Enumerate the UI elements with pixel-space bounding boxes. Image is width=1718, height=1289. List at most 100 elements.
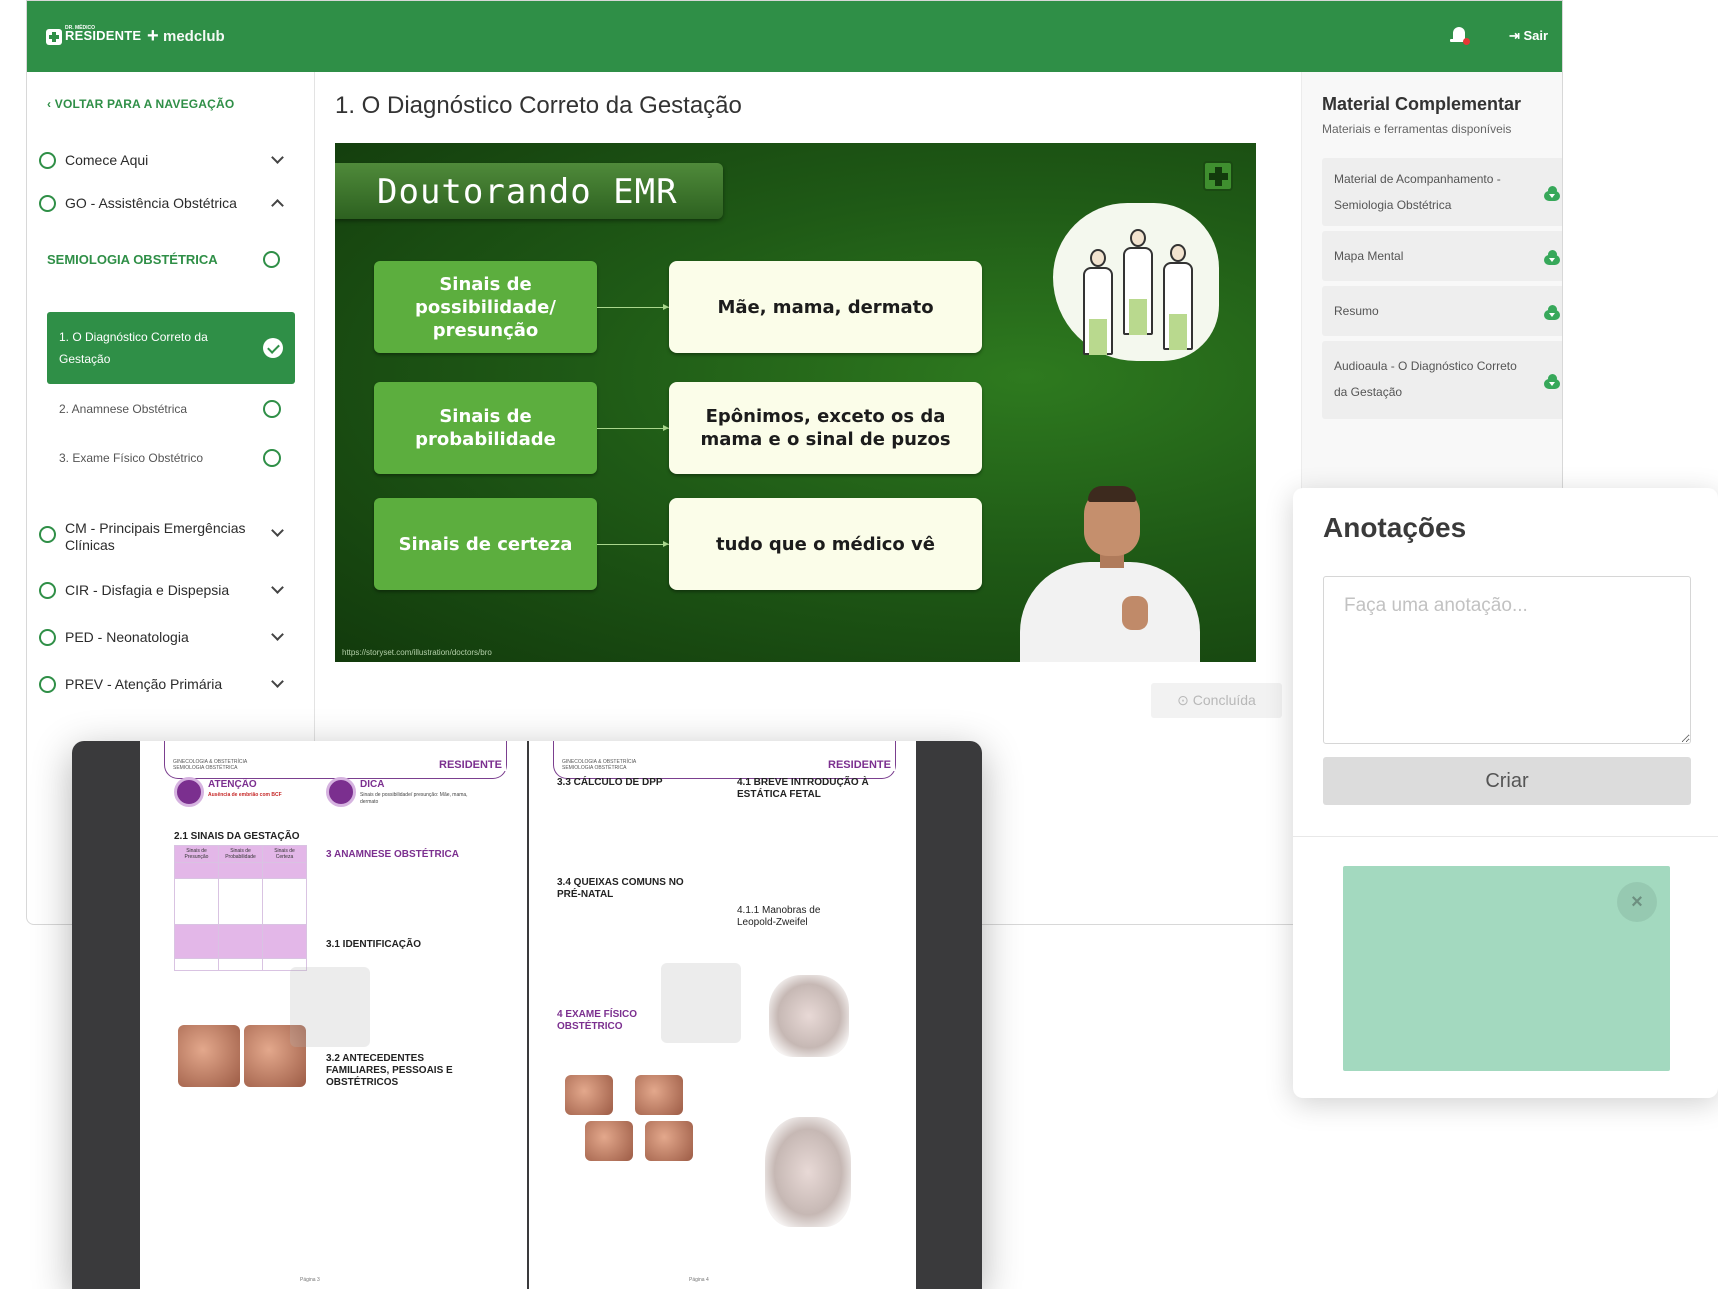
chevron-down-icon — [271, 581, 284, 594]
material-item[interactable]: Material de Acompanhamento - Semiologia … — [1322, 158, 1562, 226]
pdf-page-number: Página 3 — [300, 1277, 320, 1283]
lesson-label: 2. Anamnese Obstétrica — [59, 402, 188, 416]
clinical-photo — [645, 1121, 693, 1161]
slide-arrow — [597, 541, 669, 547]
cloud-download-icon[interactable] — [1544, 305, 1560, 320]
doctor-legs — [1169, 314, 1187, 350]
lesson-title: 1. O Diagnóstico Correto da Gestação — [335, 92, 742, 119]
progress-circle-icon — [263, 400, 281, 418]
pdf-heading: DICA — [360, 779, 385, 790]
pdf-breadcrumb: GINECOLOGIA & OBSTETRÍCIA SEMIOLOGIA OBS… — [562, 759, 637, 771]
doctor-legs — [1089, 319, 1107, 355]
pdf-heading: 3.1 IDENTIFICAÇÃO — [326, 939, 422, 950]
chevron-down-icon — [271, 524, 284, 537]
clinical-photo — [585, 1121, 633, 1161]
notes-title: Anotações — [1323, 512, 1467, 543]
illustration-credit: https://storyset.com/illustration/doctor… — [342, 648, 492, 657]
logout-button[interactable]: ⇥ Sair — [1509, 28, 1548, 44]
pdf-heading: 3.2 ANTECEDENTES FAMILIARES, PESSOAIS E … — [326, 1053, 453, 1088]
logo-residente[interactable]: RESIDENTE — [65, 28, 141, 43]
close-icon[interactable]: × — [1617, 882, 1657, 922]
pdf-viewer[interactable]: GINECOLOGIA & OBSTETRÍCIA SEMIOLOGIA OBS… — [72, 741, 982, 1289]
slide-box-left: Sinais de probabilidade — [374, 382, 597, 474]
module-label: PREV - Atenção Primária — [65, 676, 223, 692]
table-cell — [218, 958, 263, 971]
pdf-page-number: Página 4 — [689, 1277, 709, 1283]
doctor-head — [1170, 244, 1186, 262]
mark-completed-button[interactable]: ⊙ Concluída — [1151, 683, 1282, 718]
table-head-cell: Sinais de Presunção — [174, 845, 219, 863]
doctor-head — [1130, 229, 1146, 247]
slide-arrow — [597, 304, 669, 310]
table-cell — [174, 862, 219, 879]
cloud-download-icon[interactable] — [1544, 374, 1560, 389]
lesson-item[interactable]: 3. Exame Físico Obstétrico — [47, 439, 295, 479]
pdf-text: Sinais de possibilidade/ presunção: Mãe,… — [360, 792, 468, 805]
table-cell — [174, 924, 219, 959]
create-note-button[interactable]: Criar — [1323, 757, 1691, 805]
note-input[interactable] — [1323, 576, 1691, 744]
progress-circle-icon — [39, 582, 56, 599]
slide-box-right: Epônimos, exceto os da mama e o sinal de… — [669, 382, 982, 474]
pdf-brand: RESIDENTE — [824, 759, 895, 771]
module-label: CIR - Disfagia e Dispepsia — [65, 582, 230, 598]
pdf-page: GINECOLOGIA & OBSTETRÍCIA SEMIOLOGIA OBS… — [140, 741, 527, 1289]
module-cm-emergencias[interactable]: CM - Principais Emergências Clínicas — [39, 512, 299, 553]
leopold-illustration — [765, 1117, 851, 1227]
doctor-figure — [1083, 249, 1113, 355]
material-item[interactable]: Audioaula - O Diagnóstico Correto da Ges… — [1322, 341, 1562, 419]
module-label: PED - Neonatologia — [65, 629, 189, 645]
cloud-download-icon[interactable] — [1544, 186, 1560, 201]
table-cell — [262, 862, 307, 879]
doctors-illustration — [1053, 203, 1219, 361]
table-cell — [218, 878, 263, 925]
material-label: Mapa Mental — [1334, 249, 1404, 263]
watermark-cross-icon — [290, 967, 370, 1047]
progress-circle-icon — [39, 195, 56, 212]
signs-table: Sinais de Presunção Sinais de Probabilid… — [174, 845, 307, 971]
presenter-hair — [1088, 486, 1136, 502]
subsection-semiologia-obstetrica[interactable]: SEMIOLOGIA OBSTÉTRICA — [47, 252, 218, 267]
material-label: Material de Acompanhamento - Semiologia … — [1334, 172, 1501, 212]
pdf-brand: RESIDENTE — [435, 759, 506, 771]
doctor-figure — [1123, 229, 1153, 349]
pdf-page: GINECOLOGIA & OBSTETRÍCIA SEMIOLOGIA OBS… — [529, 741, 916, 1289]
presenter-video — [1010, 486, 1210, 662]
progress-circle-icon — [39, 526, 56, 543]
lesson-item[interactable]: 2. Anamnese Obstétrica — [47, 390, 295, 430]
material-item[interactable]: Mapa Mental — [1322, 231, 1562, 281]
material-title: Material Complementar — [1322, 94, 1522, 114]
table-cell — [174, 958, 219, 971]
material-item[interactable]: Resumo — [1322, 286, 1562, 336]
logo-medclub: medclub — [163, 28, 225, 45]
logout-label: Sair — [1523, 28, 1549, 43]
module-ped-neonatologia[interactable]: PED - Neonatologia — [39, 621, 299, 651]
back-to-navigation-link[interactable]: ‹ VOLTAR PARA A NAVEGAÇÃO — [47, 97, 234, 111]
lesson-item-active[interactable]: 1. O Diagnóstico Correto da Gestação — [47, 312, 295, 384]
slide-box-right: Mãe, mama, dermato — [669, 261, 982, 353]
clinical-photo — [178, 1025, 240, 1087]
pdf-heading: 3 ANAMNESE OBSTÉTRICA — [326, 849, 459, 860]
pdf-page-header: GINECOLOGIA & OBSTETRÍCIA SEMIOLOGIA OBS… — [553, 741, 896, 779]
presenter-hand — [1122, 596, 1148, 630]
module-cir-disfagia[interactable]: CIR - Disfagia e Dispepsia — [39, 574, 299, 604]
progress-circle-icon — [263, 449, 281, 467]
module-comece-aqui[interactable]: Comece Aqui — [39, 144, 299, 174]
cloud-download-icon[interactable] — [1544, 250, 1560, 265]
module-prev-atencao-primaria[interactable]: PREV - Atenção Primária — [39, 668, 299, 698]
slide-arrow — [597, 425, 669, 431]
attention-icon — [174, 777, 204, 807]
back-label: VOLTAR PARA A NAVEGAÇÃO — [54, 97, 235, 111]
module-go-assistencia-obstetrica[interactable]: GO - Assistência Obstétrica — [39, 187, 299, 217]
slide-box-left: Sinais de possibilidade/ presunção — [374, 261, 597, 353]
pdf-heading: 4.1.1 Manobras de Leopold-Zweifel — [737, 905, 821, 928]
doctor-legs — [1129, 299, 1147, 335]
material-label: Audioaula - O Diagnóstico Correto da Ges… — [1334, 359, 1517, 399]
lesson-label: 3. Exame Físico Obstétrico — [59, 451, 204, 465]
video-player[interactable]: Doutorando EMR Sinais de possibilidade/ … — [335, 143, 1256, 662]
slide-banner-title: Doutorando EMR — [377, 172, 678, 212]
table-cell — [262, 878, 307, 925]
pdf-heading: ATENÇÃO — [208, 779, 257, 790]
table-cell — [174, 878, 219, 925]
notification-bell-icon[interactable] — [1450, 25, 1470, 45]
